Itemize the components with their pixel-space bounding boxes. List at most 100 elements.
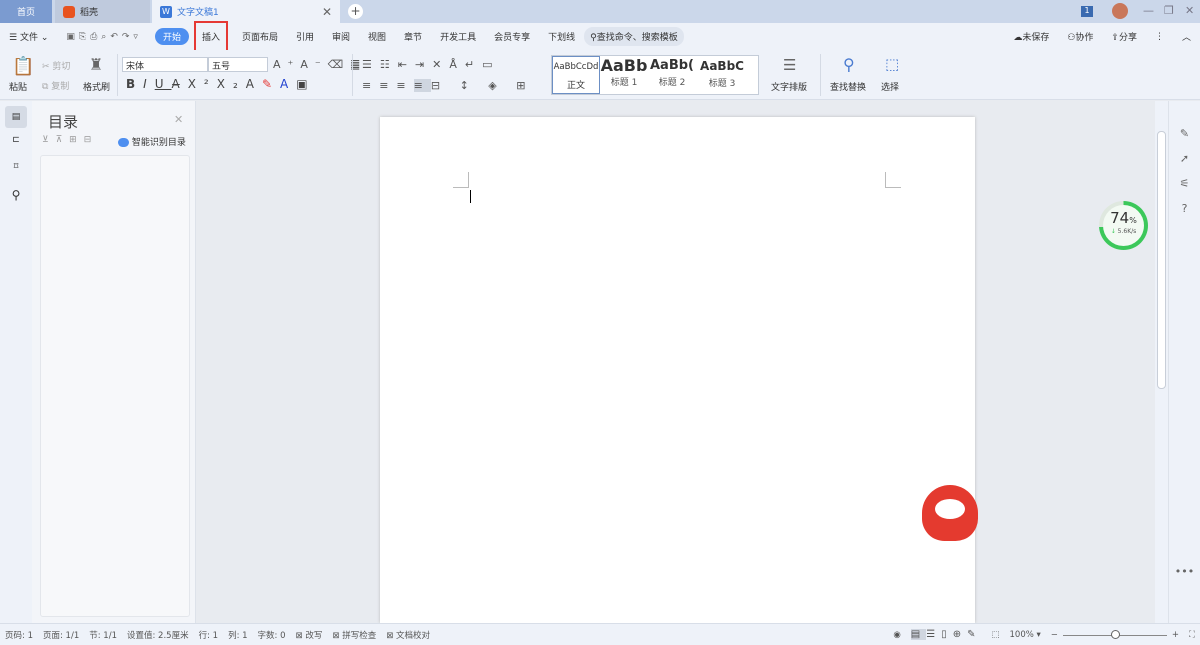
proofread-toggle[interactable]: ⊠ 文档校对 (381, 629, 435, 641)
save-icon[interactable]: ▣ (66, 32, 79, 42)
eye-protection-icon[interactable]: ◉ (888, 630, 905, 640)
menu-bar: ☰ 文件 ⌄ ▣⎘⎙⌕↶↷▿ 开始 插入 页面布局 引用 审阅 视图 章节 开发… (0, 21, 1200, 52)
select-icon[interactable]: ⬚ (885, 55, 899, 73)
navigation-icon[interactable]: ⊏ (5, 135, 27, 145)
new-tab-button[interactable]: + (348, 4, 363, 19)
status-page-number[interactable]: 页码: 1 (0, 629, 38, 641)
badge-count[interactable]: 1 (1081, 6, 1093, 17)
bookmark-icon[interactable]: ⌑ (5, 162, 27, 172)
toc-list (40, 155, 190, 617)
edit-icon[interactable]: ✎ (1169, 127, 1200, 140)
format-painter-icon[interactable]: ♜ (89, 55, 103, 74)
spell-check-toggle[interactable]: ⊠ 拼写检查 (327, 629, 381, 641)
cut-button[interactable]: ✂ 剪切 (42, 59, 70, 72)
pointer-icon[interactable]: ➚ (1169, 152, 1200, 165)
style-heading-1[interactable]: AaBb 标题 1 (600, 56, 648, 94)
tab-insert[interactable]: 插入 (193, 21, 228, 52)
select-button[interactable]: 选择 (881, 80, 899, 93)
find-icon[interactable]: ⚲ (843, 55, 855, 74)
font-select[interactable]: 宋体 (122, 57, 208, 72)
tab-section[interactable]: 章节 (395, 30, 431, 43)
text-layout-button[interactable]: 文字排版 (771, 80, 807, 93)
fullscreen-icon[interactable]: ⛶ (1184, 630, 1200, 640)
mascot-icon[interactable] (922, 485, 978, 541)
search-placeholder: 查找命令、搜索模板 (596, 33, 678, 43)
fit-page-icon[interactable]: ⬚ (986, 630, 1004, 640)
print-icon[interactable]: ⎙ (90, 32, 101, 42)
find-replace-button[interactable]: 查找替换 (830, 80, 866, 93)
status-col[interactable]: 列: 1 (223, 629, 252, 641)
style-heading-2[interactable]: AaBb(标题 2 (648, 56, 696, 94)
unsaved-button[interactable]: ☁未保存 (1004, 30, 1058, 43)
search-panel-icon[interactable]: ⚲ (5, 188, 27, 202)
zoom-in-button[interactable]: + (1167, 630, 1184, 640)
more-tools-icon[interactable]: ••• (1169, 565, 1200, 578)
tab-review[interactable]: 审阅 (323, 30, 359, 43)
network-speed-widget[interactable]: 74% ↓ 5.6K/s (1099, 201, 1148, 250)
tab-view[interactable]: 视图 (359, 30, 395, 43)
tab-document[interactable]: W 文字文稿1 ✕ (152, 0, 340, 23)
text-format-icons[interactable]: BIUA̶X²X₂A✎A▣ (126, 77, 316, 91)
status-row[interactable]: 行: 1 (194, 629, 223, 641)
view-mode-icons[interactable]: ▤☰▯⊕✎ (906, 629, 987, 640)
share-button[interactable]: ⇪分享 (1102, 30, 1146, 43)
toc-icon[interactable]: ▤ (5, 106, 27, 128)
format-painter-button[interactable]: 格式刷 (83, 80, 110, 93)
margin-corner (885, 172, 901, 188)
zoom-slider[interactable] (1062, 629, 1167, 640)
avatar[interactable] (1112, 3, 1128, 19)
toc-controls[interactable]: ⊻⊼⊞⊟ (42, 135, 98, 145)
font-size-select[interactable]: 五号 (208, 57, 268, 72)
zoom-slider-thumb[interactable] (1110, 629, 1120, 639)
divider (820, 54, 821, 96)
smart-toc-button[interactable]: 智能识别目录 (118, 135, 186, 148)
tab-page-layout[interactable]: 页面布局 (233, 30, 287, 43)
paste-icon[interactable]: 📋 (12, 56, 34, 77)
text-layout-icon[interactable]: ☰ (783, 56, 796, 74)
ribbon: 📋 粘贴 ✂ 剪切 ⧉ 复制 ♜ 格式刷 宋体 五号 A⁺A⁻⌫䷀ BIUA̶X… (0, 50, 1200, 100)
zoom-out-button[interactable]: − (1046, 630, 1063, 640)
tab-member[interactable]: 会员专享 (485, 30, 539, 43)
style-heading-3[interactable]: AaBbC 标题 3 (696, 56, 748, 94)
proof-label: 文档校对 (396, 630, 431, 641)
collapse-ribbon-icon[interactable]: ︿ (1173, 30, 1200, 43)
close-tab-icon[interactable]: ✕ (322, 5, 332, 19)
copy-button[interactable]: ⧉ 复制 (42, 79, 69, 92)
status-pages[interactable]: 页面: 1/1 (38, 629, 84, 641)
restore-icon[interactable]: ❐ (1164, 4, 1174, 17)
tab-home[interactable]: 首页 (0, 0, 52, 23)
tab-developer[interactable]: 开发工具 (431, 30, 485, 43)
export-icon[interactable]: ⎘ (79, 32, 90, 42)
status-words[interactable]: 字数: 0 (253, 629, 291, 641)
command-search[interactable]: ⚲查找命令、搜索模板 (584, 27, 684, 46)
paragraph-icons[interactable]: ☰☷⇤⇥✕Å↵▭ (362, 58, 501, 71)
close-panel-icon[interactable]: ✕ (174, 113, 183, 126)
style-normal[interactable]: AaBbCcDd 正文 (552, 56, 600, 94)
tab-references[interactable]: 引用 (287, 30, 323, 43)
tab-underline[interactable]: 下划线 (539, 30, 584, 43)
collab-button[interactable]: ⚇协作 (1058, 30, 1102, 43)
close-window-icon[interactable]: ✕ (1185, 4, 1194, 17)
revise-toggle[interactable]: ⊠ 改写 (291, 629, 328, 641)
paste-button[interactable]: 粘贴 (9, 80, 27, 93)
more-menu-icon[interactable]: ⋮ (1146, 32, 1173, 42)
redo-icon[interactable]: ↷ (122, 32, 134, 42)
vertical-scrollbar[interactable] (1155, 101, 1168, 623)
share-label: 分享 (1118, 33, 1137, 43)
minimize-icon[interactable]: — (1143, 4, 1154, 17)
status-setting[interactable]: 设置值: 2.5厘米 (122, 629, 194, 641)
align-icons[interactable]: ≡≡≡≡⊟ ↕ ◈ ⊞ (362, 79, 533, 92)
help-icon[interactable]: ? (1169, 202, 1200, 215)
tab-start[interactable]: 开始 (154, 28, 189, 45)
status-section[interactable]: 节: 1/1 (84, 629, 122, 641)
file-menu[interactable]: ☰ 文件 ⌄ (0, 30, 57, 43)
settings-icon[interactable]: ⚟ (1169, 177, 1200, 190)
document-page[interactable] (380, 117, 975, 623)
more-icon[interactable]: ▿ (133, 32, 142, 42)
undo-icon[interactable]: ↶ (110, 32, 122, 42)
tab-bar: 首页 稻壳 W 文字文稿1 ✕ + 1 — ❐ ✕ (0, 0, 1200, 23)
preview-icon[interactable]: ⌕ (101, 32, 110, 42)
tab-docer[interactable]: 稻壳 (55, 0, 150, 23)
zoom-select[interactable]: 100% ▾ (1005, 630, 1046, 640)
scroll-thumb[interactable] (1157, 131, 1166, 389)
